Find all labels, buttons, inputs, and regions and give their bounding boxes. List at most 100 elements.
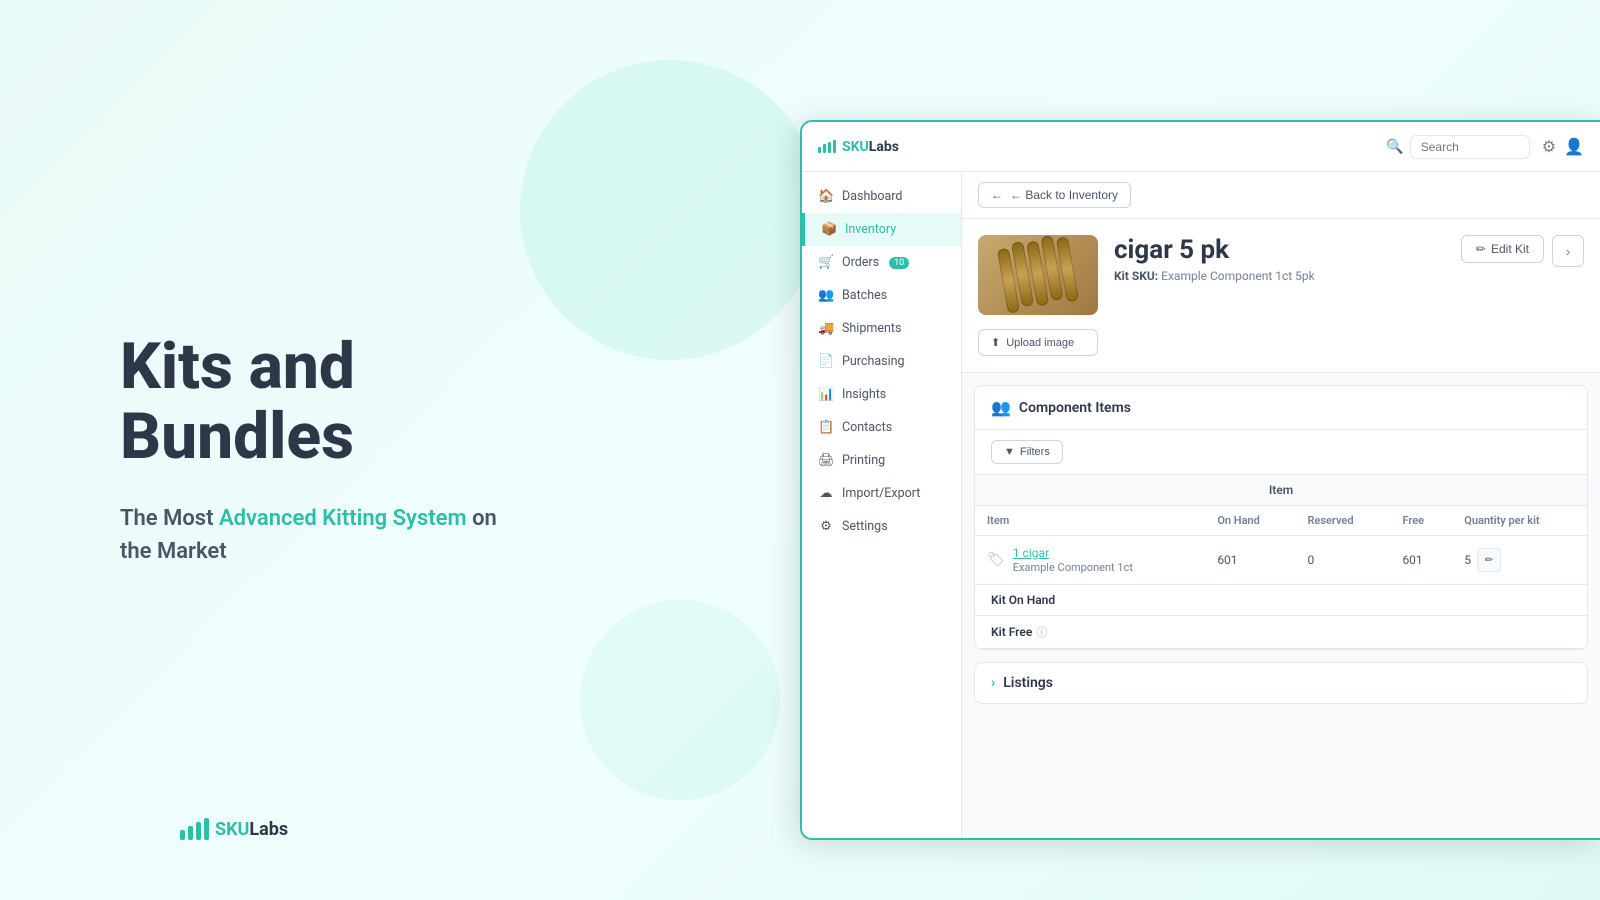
upload-image-button[interactable]: ⬆ Upload image	[978, 329, 1098, 356]
subtitle: The Most Advanced Kitting System on the …	[120, 502, 600, 568]
qty-value: 5	[1464, 553, 1471, 567]
sidebar-label-purchasing: Purchasing	[842, 354, 905, 369]
table-row: 🏷 1 cigar Example Component 1ct 601 0 60…	[975, 536, 1587, 585]
purchasing-icon: 📄	[818, 354, 834, 369]
listings-title: Listings	[1003, 675, 1053, 691]
main-layout: 🏠 Dashboard 📦 Inventory 🛒 Orders 10 👥 Ba…	[802, 172, 1600, 838]
more-actions-button[interactable]: ›	[1552, 235, 1584, 267]
upload-icon: ⬆	[991, 336, 1000, 349]
sidebar-item-purchasing[interactable]: 📄 Purchasing	[802, 345, 961, 378]
sidebar-item-printing[interactable]: 🖨 Printing	[802, 444, 961, 477]
main-heading: Kits and Bundles	[120, 332, 600, 473]
sidebar-item-orders[interactable]: 🛒 Orders 10	[802, 246, 961, 279]
topbar: SKULabs 🔍 ⚙ 👤	[802, 122, 1600, 172]
sidebar-label-printing: Printing	[842, 453, 885, 468]
user-icon[interactable]: 👤	[1564, 137, 1584, 156]
item-cell: 🏷 1 cigar Example Component 1ct	[975, 536, 1205, 585]
shipments-icon: 🚚	[818, 321, 834, 336]
contacts-icon: 📋	[818, 420, 834, 435]
listings-chevron-icon: ›	[991, 675, 995, 691]
component-items-table-wrapper: Item Item On Hand Reserved Free Quantity…	[975, 475, 1587, 649]
logo-text: SKULabs	[215, 819, 288, 840]
reserved-cell: 0	[1295, 536, 1390, 585]
product-sku: Kit SKU: Example Component 1ct 5pk	[1114, 269, 1445, 283]
product-image	[978, 235, 1098, 315]
qty-edit-button[interactable]: ✏	[1477, 548, 1501, 572]
item-link[interactable]: 1 cigar	[1013, 546, 1133, 560]
sidebar-item-import_export[interactable]: ☁ Import/Export	[802, 477, 961, 510]
logo-bars	[180, 818, 209, 840]
sidebar-label-orders: Orders	[842, 255, 879, 270]
section-title: Component Items	[1019, 400, 1131, 416]
back-arrow-icon: ←	[991, 188, 1003, 202]
batches-icon: 👥	[818, 288, 834, 303]
col-header-on-hand: On Hand	[1205, 506, 1295, 536]
sidebar-label-settings: Settings	[842, 519, 888, 534]
listings-section: › Listings	[974, 662, 1588, 704]
app-window: SKULabs 🔍 ⚙ 👤 🏠 Dashboard 📦 Inventory 🛒 …	[800, 120, 1600, 840]
insights-icon: 📊	[818, 387, 834, 402]
kit-on-hand-row: Kit On Hand	[975, 585, 1587, 616]
sidebar: 🏠 Dashboard 📦 Inventory 🛒 Orders 10 👥 Ba…	[802, 172, 962, 838]
dashboard-icon: 🏠	[818, 189, 834, 204]
search-input[interactable]	[1410, 135, 1530, 159]
import_export-icon: ☁	[818, 486, 834, 501]
filters-button[interactable]: ▼ Filters	[991, 440, 1063, 464]
pencil-icon: ✏	[1476, 242, 1486, 256]
sidebar-item-insights[interactable]: 📊 Insights	[802, 378, 961, 411]
cigar-visual	[997, 237, 1079, 314]
bottom-logo: SKULabs	[180, 818, 288, 840]
col-header-qty-per-kit: Quantity per kit	[1452, 506, 1587, 536]
chevron-icon: ›	[1566, 244, 1570, 259]
info-icon[interactable]: ⓘ	[1036, 624, 1047, 640]
component-icon: 👥	[991, 398, 1011, 417]
sidebar-label-dashboard: Dashboard	[842, 189, 902, 204]
product-name: cigar 5 pk	[1114, 235, 1445, 265]
back-bar: ← ← Back to Inventory	[962, 172, 1600, 219]
sidebar-label-batches: Batches	[842, 288, 887, 303]
sidebar-item-inventory[interactable]: 📦 Inventory	[802, 213, 961, 246]
table-group-header: Item	[975, 475, 1587, 506]
orders-icon: 🛒	[818, 255, 834, 270]
settings-icon: ⚙	[818, 519, 834, 534]
on-hand-cell: 601	[1205, 536, 1295, 585]
listings-header[interactable]: › Listings	[975, 663, 1587, 703]
kit-on-hand-label: Kit On Hand	[991, 593, 1055, 607]
left-panel: Kits and Bundles The Most Advanced Kitti…	[60, 0, 660, 900]
product-header: ⬆ Upload image cigar 5 pk Kit SKU: Examp…	[962, 219, 1600, 373]
sidebar-item-settings[interactable]: ⚙ Settings	[802, 510, 961, 543]
topbar-logo-bars	[818, 140, 836, 153]
sidebar-label-shipments: Shipments	[842, 321, 901, 336]
search-icon: 🔍	[1386, 139, 1403, 155]
product-info: cigar 5 pk Kit SKU: Example Component 1c…	[1114, 235, 1445, 283]
printing-icon: 🖨	[818, 453, 834, 468]
sidebar-item-shipments[interactable]: 🚚 Shipments	[802, 312, 961, 345]
sidebar-item-contacts[interactable]: 📋 Contacts	[802, 411, 961, 444]
kit-free-label: Kit Free	[991, 625, 1032, 639]
filters-bar: ▼ Filters	[975, 430, 1587, 475]
edit-kit-button[interactable]: ✏ Edit Kit	[1461, 235, 1544, 263]
sidebar-label-import_export: Import/Export	[842, 486, 920, 501]
topbar-search[interactable]: 🔍	[1386, 135, 1529, 159]
product-actions: ✏ Edit Kit ›	[1461, 235, 1584, 267]
inventory-icon: 📦	[821, 222, 837, 237]
col-header-reserved: Reserved	[1295, 506, 1390, 536]
topbar-icons: ⚙ 👤	[1542, 137, 1584, 156]
sidebar-label-contacts: Contacts	[842, 420, 892, 435]
col-header-item: Item	[975, 506, 1205, 536]
sidebar-label-inventory: Inventory	[845, 222, 896, 237]
sidebar-label-insights: Insights	[842, 387, 886, 402]
back-to-inventory-button[interactable]: ← ← Back to Inventory	[978, 182, 1131, 208]
topbar-logo-name: SKULabs	[842, 139, 899, 155]
kit-summary: Kit On Hand Kit Free ⓘ	[975, 585, 1587, 649]
tag-icon: 🏷	[987, 552, 1005, 568]
sidebar-item-dashboard[interactable]: 🏠 Dashboard	[802, 180, 961, 213]
component-items-section: 👥 Component Items ▼ Filters Item	[974, 385, 1588, 650]
content-area: ← ← Back to Inventory	[962, 172, 1600, 838]
sidebar-item-batches[interactable]: 👥 Batches	[802, 279, 961, 312]
gear-icon[interactable]: ⚙	[1542, 137, 1556, 156]
badge-orders: 10	[889, 257, 909, 269]
kit-free-row: Kit Free ⓘ	[975, 616, 1587, 649]
section-header: 👥 Component Items	[975, 386, 1587, 430]
qty-per-kit-cell: 5 ✏	[1452, 536, 1587, 585]
